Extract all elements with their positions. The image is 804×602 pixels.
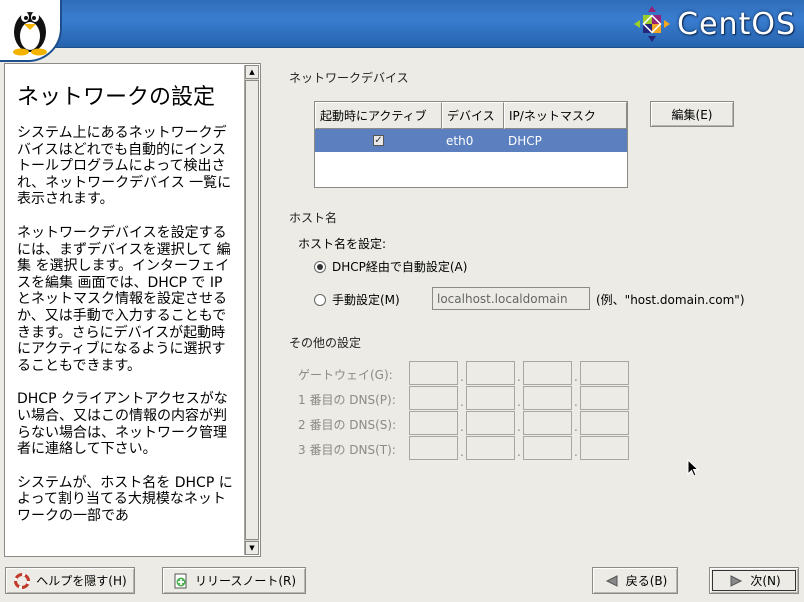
scroll-down-button[interactable]: ▼ — [245, 541, 259, 555]
dns1-octet-4[interactable] — [580, 386, 629, 410]
arrow-right-icon — [727, 572, 745, 590]
col-ip-header[interactable]: IP/ネットマスク — [504, 102, 627, 129]
help-paragraph: システムが、ホスト名を DHCP によって割り当てる大規模なネットワークの一部で… — [17, 474, 233, 524]
help-title: ネットワークの設定 — [17, 85, 216, 110]
manual-radio-label[interactable]: 手動設定(M) — [332, 291, 400, 308]
help-paragraph: DHCP クライアントアクセスがない場合、又はこの情報の内容が判らない場合は、ネ… — [17, 391, 228, 458]
dhcp-hostname-option[interactable]: DHCP経由で自動設定(A) — [314, 258, 467, 275]
devices-table[interactable]: 起動時にアクティブ デバイス IP/ネットマスク ✓ eth0 DHCP — [314, 101, 628, 188]
mouse-cursor-icon — [687, 459, 699, 477]
release-notes-icon — [172, 572, 190, 590]
lifebuoy-icon — [13, 572, 31, 590]
centos-wordmark: CentOS — [677, 6, 796, 42]
col-active-header[interactable]: 起動時にアクティブ — [315, 102, 442, 129]
gateway-octet-2[interactable] — [466, 361, 515, 385]
dns2-octet-1[interactable] — [409, 411, 458, 435]
back-label: 戻る(B) — [625, 574, 668, 588]
hide-help-label: ヘルプを隠す(H) — [36, 574, 127, 588]
dns3-octet-1[interactable] — [409, 436, 458, 460]
dns1-octet-2[interactable] — [466, 386, 515, 410]
help-content: ネットワークの設定 システム上にあるネットワークデバイスはどれでも自動的にインス… — [6, 65, 244, 555]
tux-logo — [0, 0, 62, 62]
back-button[interactable]: 戻る(B) — [592, 567, 678, 594]
edit-button[interactable]: 編集(E) — [650, 101, 734, 127]
dns2-label: 2 番目の DNS(S): — [298, 418, 397, 432]
dns1-octet-1[interactable] — [409, 386, 458, 410]
scroll-up-button[interactable]: ▲ — [245, 65, 259, 79]
col-device-header[interactable]: デバイス — [442, 102, 504, 129]
next-label: 次(N) — [750, 574, 781, 588]
hostname-set-label: ホスト名を設定: — [298, 237, 387, 251]
hostname-example: (例、"host.domain.com") — [596, 293, 745, 307]
scroll-thumb[interactable] — [245, 80, 259, 540]
gateway-label: ゲートウェイ(G): — [298, 368, 393, 382]
help-pane: ネットワークの設定 システム上にあるネットワークデバイスはどれでも自動的にインス… — [4, 63, 261, 557]
gateway-octet-4[interactable] — [580, 361, 629, 385]
table-row[interactable]: ✓ eth0 DHCP — [315, 129, 627, 152]
dns3-octet-4[interactable] — [580, 436, 629, 460]
release-notes-label: リリースノート(R) — [194, 574, 297, 588]
centos-brand: CentOS — [633, 2, 796, 46]
dns1-octet-3[interactable] — [523, 386, 572, 410]
gateway-octet-3[interactable] — [523, 361, 572, 385]
help-paragraph: システム上にあるネットワークデバイスはどれでも自動的にインストールプログラムによ… — [17, 125, 232, 208]
dhcp-radio-label[interactable]: DHCP経由で自動設定(A) — [332, 258, 467, 275]
help-scrollbar[interactable]: ▲ ▼ — [244, 65, 259, 555]
gateway-octet-1[interactable] — [409, 361, 458, 385]
device-cell: eth0 — [446, 133, 474, 148]
hide-help-button[interactable]: ヘルプを隠す(H) — [5, 567, 135, 594]
arrow-left-icon — [603, 572, 621, 590]
next-button[interactable]: 次(N) — [709, 567, 799, 594]
dns2-octet-4[interactable] — [580, 411, 629, 435]
release-notes-button[interactable]: リリースノート(R) — [162, 567, 306, 594]
other-section-title: その他の設定 — [289, 336, 362, 350]
ip-cell: DHCP — [508, 133, 542, 148]
manual-radio[interactable] — [314, 293, 326, 306]
centos-logo-icon — [634, 6, 671, 42]
dns3-octet-2[interactable] — [466, 436, 515, 460]
active-checkbox[interactable]: ✓ — [373, 135, 384, 146]
manual-hostname-option[interactable]: 手動設定(M) — [314, 291, 400, 308]
dhcp-radio[interactable] — [314, 260, 326, 273]
hostname-input[interactable] — [432, 287, 590, 310]
dns3-label: 3 番目の DNS(T): — [298, 443, 396, 457]
dns2-octet-3[interactable] — [523, 411, 572, 435]
devices-section-title: ネットワークデバイス — [289, 71, 409, 85]
hostname-section-title: ホスト名 — [289, 211, 338, 225]
dns2-octet-2[interactable] — [466, 411, 515, 435]
help-paragraph: ネットワークデバイスを設定するには、まずデバイスを選択して 編集 を選択します。… — [17, 224, 231, 374]
dns3-octet-3[interactable] — [523, 436, 572, 460]
devices-table-header: 起動時にアクティブ デバイス IP/ネットマスク — [315, 102, 627, 129]
dns1-label: 1 番目の DNS(P): — [298, 393, 396, 407]
